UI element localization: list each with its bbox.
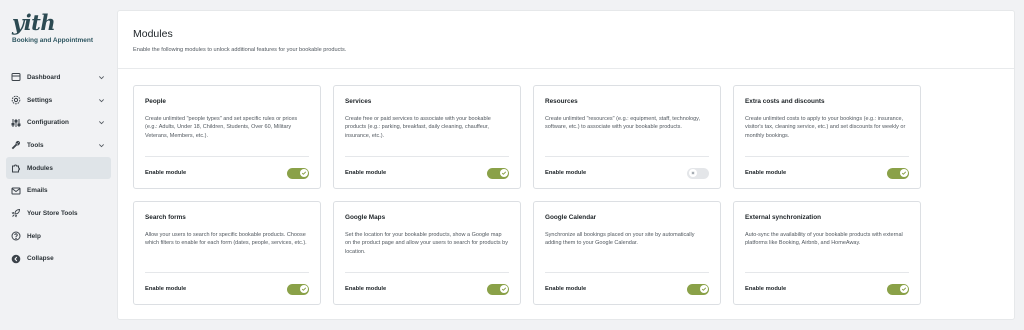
module-toggle[interactable] [487,283,509,295]
sidebar-item-help[interactable]: Help [6,225,111,248]
sidebar-item-tools[interactable]: Tools [6,134,111,157]
sidebar-item-settings[interactable]: Settings [6,89,111,112]
check-icon [899,169,908,177]
enable-module-label: Enable module [745,286,787,292]
page-subtitle: Enable the following modules to unlock a… [133,47,347,53]
module-card-search-forms: Search forms Allow your users to search f… [133,201,321,305]
page-title: Modules [133,28,173,40]
module-description: Create unlimited "people types" and set … [145,116,298,139]
chevron-down-icon[interactable] [98,119,105,126]
module-title: Resources [545,98,578,105]
enable-module-label: Enable module [345,286,387,292]
sidebar-item-collapse[interactable]: Collapse [6,248,111,271]
sidebar: yith Booking and Appointment Dashboard Se… [0,0,117,330]
check-icon [499,169,508,177]
module-footer: Enable module [145,156,309,189]
sidebar-item-label: Configuration [27,119,69,127]
module-toggle[interactable] [687,167,709,179]
sliders-icon [11,118,21,128]
module-title: Extra costs and discounts [745,98,825,105]
module-title: Services [345,98,372,105]
enable-module-label: Enable module [145,286,187,292]
envelope-icon [11,186,21,196]
sidebar-item-label: Modules [27,164,53,172]
chevron-down-icon[interactable] [98,74,105,81]
module-card-people: People Create unlimited "people types" an… [133,85,321,189]
module-description: Synchronize all bookings placed on your … [545,232,695,247]
module-description: Create unlimited costs to apply to your … [745,116,906,139]
module-title: External synchronization [745,214,821,221]
module-description: Create unlimited "resources" (e.g.: equi… [545,116,701,131]
module-card-services: Services Create free or paid services to … [333,85,521,189]
module-footer: Enable module [145,272,309,305]
sidebar-item-label: Dashboard [27,73,61,81]
module-description: Auto-sync the availability of your booka… [745,232,903,247]
module-card-google-maps: Google Maps Set the location for your boo… [333,201,521,305]
check-icon [299,169,308,177]
chevron-down-icon[interactable] [98,97,105,104]
module-description: Create free or paid services to associat… [345,116,491,139]
module-footer: Enable module [745,156,909,189]
gear-icon [11,95,21,105]
check-icon [899,285,908,293]
sidebar-item-label: Emails [27,187,48,195]
yith-logo: yith [12,10,56,35]
module-title: Google Maps [345,214,386,221]
module-footer: Enable module [345,272,509,305]
dashboard-icon [11,72,21,82]
enable-module-label: Enable module [145,170,187,176]
module-toggle[interactable] [887,167,909,179]
module-toggle[interactable] [887,283,909,295]
module-title: Google Calendar [545,214,597,221]
page-header: Modules Enable the following modules to … [118,11,1014,69]
sidebar-item-modules[interactable]: Modules [6,156,111,180]
modules-grid: People Create unlimited "people types" an… [133,85,921,305]
check-icon [299,285,308,293]
enable-module-label: Enable module [745,170,787,176]
sidebar-item-label: Help [27,232,41,240]
sidebar-nav: Dashboard Settings Configuration Tools Modul… [6,66,111,270]
plugin-name: Booking and Appointment [12,37,93,44]
check-icon [499,285,508,293]
check-icon [699,285,708,293]
enable-module-label: Enable module [545,170,587,176]
module-toggle[interactable] [687,283,709,295]
sidebar-item-label: Your Store Tools [27,209,78,217]
module-toggle[interactable] [287,167,309,179]
module-card-google-calendar: Google Calendar Synchronize all bookings … [533,201,721,305]
sidebar-item-configuration[interactable]: Configuration [6,111,111,134]
main-panel: Modules Enable the following modules to … [117,10,1015,320]
enable-module-label: Enable module [545,286,587,292]
module-description: Allow your users to search for specific … [145,232,307,247]
wrench-icon [11,140,21,150]
module-footer: Enable module [545,156,709,189]
module-card-extra-costs-and-discounts: Extra costs and discounts Create unlimite… [733,85,921,189]
module-title: People [145,98,166,105]
module-card-resources: Resources Create unlimited "resources" (e… [533,85,721,189]
module-card-external-synchronization: External synchronization Auto-sync the av… [733,201,921,305]
help-icon [11,231,21,241]
enable-module-label: Enable module [345,170,387,176]
close-icon [688,169,697,177]
rocket-icon [11,208,21,218]
module-title: Search forms [145,214,186,221]
module-footer: Enable module [745,272,909,305]
module-toggle[interactable] [287,283,309,295]
module-description: Set the location for your bookable produ… [345,232,508,255]
sidebar-item-dashboard[interactable]: Dashboard [6,66,111,89]
puzzle-icon [11,163,21,173]
sidebar-item-emails[interactable]: Emails [6,179,111,202]
module-footer: Enable module [545,272,709,305]
sidebar-item-your-store-tools[interactable]: Your Store Tools [6,202,111,225]
chevron-down-icon[interactable] [98,142,105,149]
sidebar-item-label: Tools [27,141,44,149]
module-toggle[interactable] [487,167,509,179]
sidebar-item-label: Collapse [27,255,54,263]
module-footer: Enable module [345,156,509,189]
collapse-icon [11,254,21,264]
sidebar-item-label: Settings [27,96,53,104]
